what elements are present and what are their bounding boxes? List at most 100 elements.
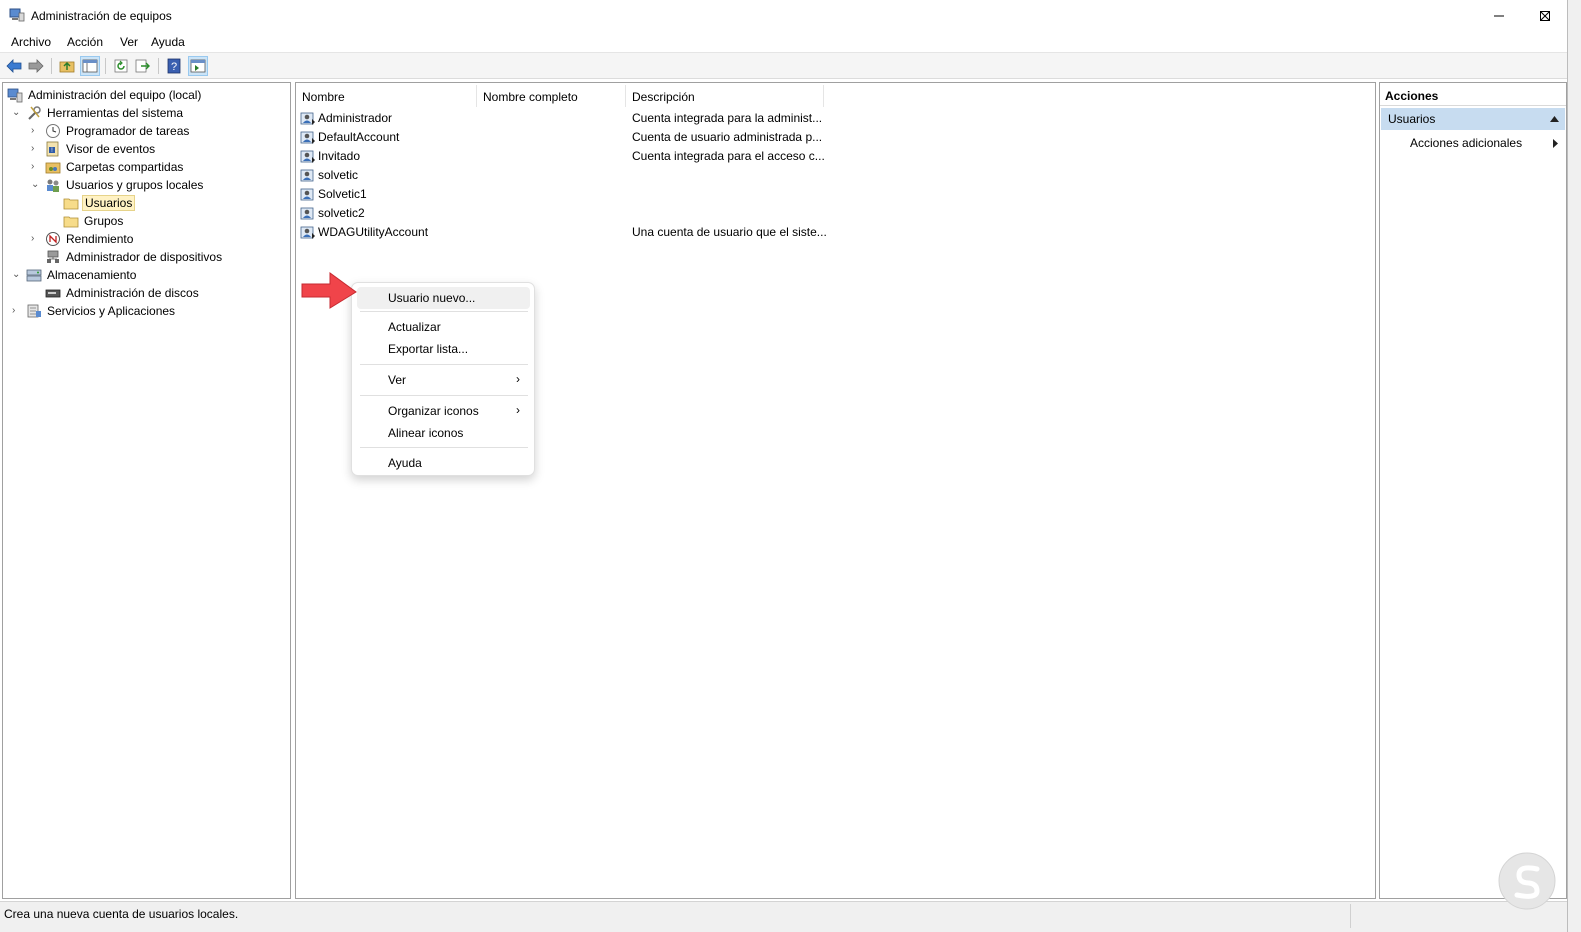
menu-bar: Archivo Acción Ver Ayuda (0, 31, 1567, 53)
minimize-button[interactable] (1476, 0, 1522, 31)
status-divider (1350, 904, 1351, 928)
tree-item-task-scheduler[interactable]: › Programador de tareas (31, 122, 191, 139)
menu-item-new-user[interactable]: Usuario nuevo... (357, 287, 530, 309)
menu-item-line-up-icons[interactable]: Alinear iconos (357, 422, 530, 444)
tree-item-shared-folders[interactable]: › Carpetas compartidas (31, 158, 185, 175)
title-bar: Administración de equipos (0, 0, 1567, 31)
tree-item-system-tools[interactable]: ⌄ Herramientas del sistema (12, 104, 185, 121)
table-row[interactable]: Invitado Cuenta integrada para el acceso… (300, 147, 1000, 166)
chevron-down-icon[interactable]: ⌄ (12, 269, 22, 280)
tree-item-storage[interactable]: ⌄ Almacenamiento (12, 266, 138, 283)
user-name: solvetic (318, 168, 359, 182)
refresh-button[interactable] (111, 56, 131, 76)
show-hide-tree-button[interactable] (80, 56, 100, 76)
menu-separator (360, 311, 528, 312)
tree-label: Carpetas compartidas (66, 159, 184, 174)
forward-button[interactable] (26, 56, 46, 76)
back-button[interactable] (4, 56, 24, 76)
tree-item-groups[interactable]: Grupos (63, 212, 125, 229)
status-bar: Crea una nueva cuenta de usuarios locale… (0, 901, 1567, 932)
tree-label: Usuarios y grupos locales (66, 177, 204, 192)
device-manager-icon (47, 250, 59, 263)
tree-item-local-users-groups[interactable]: ⌄ Usuarios y grupos locales (31, 176, 205, 193)
user-icon (300, 112, 315, 125)
toolbar-separator (105, 58, 106, 74)
menu-item-label: Ver (388, 373, 407, 387)
menu-item-arrange-icons[interactable]: Organizar iconos › (357, 400, 530, 422)
users-groups-icon (47, 179, 59, 192)
tree-label: Administración de discos (66, 285, 199, 300)
clock-icon (46, 123, 60, 138)
more-actions-item[interactable]: Acciones adicionales (1410, 136, 1522, 150)
tree-root[interactable]: Administración del equipo (local) (7, 86, 203, 103)
export-list-button[interactable] (133, 56, 153, 76)
red-pointer-arrow-icon (301, 272, 357, 309)
tree-item-performance[interactable]: › Rendimiento (31, 230, 135, 247)
tree-item-event-viewer[interactable]: › ! Visor de eventos (31, 140, 157, 157)
table-row[interactable]: Solvetic1 (300, 185, 1000, 204)
menu-item-label: Organizar iconos (388, 404, 479, 418)
collapse-up-icon[interactable] (1550, 116, 1559, 122)
more-actions-label: Acciones adicionales (1410, 136, 1523, 150)
table-row[interactable]: solvetic2 (300, 204, 1000, 223)
chevron-right-icon[interactable]: › (31, 125, 41, 136)
menu-item-export-list[interactable]: Exportar lista... (357, 338, 530, 360)
column-header-full-name[interactable]: Nombre completo (477, 85, 626, 107)
actions-section-label: Usuarios (1388, 112, 1436, 126)
menu-separator (360, 447, 528, 448)
action-pane-icon (190, 59, 206, 73)
tree-label: Usuarios (82, 194, 136, 211)
help-button[interactable]: ? (164, 56, 184, 76)
tree-item-device-manager[interactable]: Administrador de dispositivos (45, 248, 224, 265)
chevron-right-icon: › (516, 403, 520, 417)
column-header-description[interactable]: Descripción (626, 85, 824, 107)
tree-item-users[interactable]: Usuarios (63, 194, 136, 211)
submenu-arrow-icon (1553, 139, 1558, 148)
menu-archivo[interactable]: Archivo (11, 35, 51, 49)
user-description: Una cuenta de usuario que el siste... (632, 225, 827, 239)
tree-label: Administración del equipo (local) (28, 87, 202, 102)
actions-section-users[interactable]: Usuarios (1381, 108, 1565, 130)
user-description: Cuenta integrada para el acceso c... (632, 149, 825, 163)
table-row[interactable]: solvetic (300, 166, 1000, 185)
table-row[interactable]: Administrador Cuenta integrada para la a… (300, 109, 1000, 128)
folder-up-icon (59, 61, 75, 73)
watermark-logo (1498, 852, 1556, 910)
tools-icon (28, 105, 41, 120)
chevron-down-icon[interactable]: ⌄ (31, 179, 41, 190)
actions-title: Acciones (1380, 84, 1566, 106)
computer-management-icon (9, 8, 25, 22)
tree-label: Rendimiento (66, 231, 134, 246)
disk-icon (45, 289, 61, 297)
menu-ver[interactable]: Ver (120, 35, 138, 49)
tree-item-services-apps[interactable]: › Servicios y Aplicaciones (12, 302, 177, 319)
up-level-button[interactable] (57, 56, 77, 76)
user-icon (300, 131, 315, 144)
chevron-right-icon[interactable]: › (31, 233, 41, 244)
tree-label: Grupos (84, 213, 124, 228)
chevron-right-icon[interactable]: › (31, 143, 41, 154)
chevron-right-icon[interactable]: › (12, 305, 22, 316)
menu-item-help[interactable]: Ayuda (357, 452, 530, 474)
close-button[interactable] (1522, 0, 1567, 31)
app-window: Administración de equipos Archivo Acción… (0, 0, 1568, 932)
user-icon (300, 188, 314, 201)
menu-item-label: Exportar lista... (388, 342, 469, 356)
table-row[interactable]: DefaultAccount Cuenta de usuario adminis… (300, 128, 1000, 147)
toolbar-separator (158, 58, 159, 74)
chevron-down-icon[interactable]: ⌄ (12, 107, 22, 118)
folder-icon (63, 216, 79, 227)
chevron-right-icon[interactable]: › (31, 161, 41, 172)
tree-item-disk-management[interactable]: Administración de discos (45, 284, 201, 301)
minimize-icon (1494, 15, 1504, 16)
column-header-name[interactable]: Nombre (296, 85, 477, 107)
menu-accion[interactable]: Acción (67, 35, 103, 49)
menu-item-refresh[interactable]: Actualizar (357, 316, 530, 338)
menu-item-view[interactable]: Ver › (357, 369, 530, 391)
performance-icon (46, 231, 60, 246)
refresh-icon (114, 59, 128, 73)
table-row[interactable]: WDAGUtilityAccount Una cuenta de usuario… (300, 223, 1000, 242)
back-arrow-icon (6, 59, 22, 73)
menu-ayuda[interactable]: Ayuda (151, 35, 185, 49)
show-hide-action-pane-button[interactable] (188, 56, 208, 76)
